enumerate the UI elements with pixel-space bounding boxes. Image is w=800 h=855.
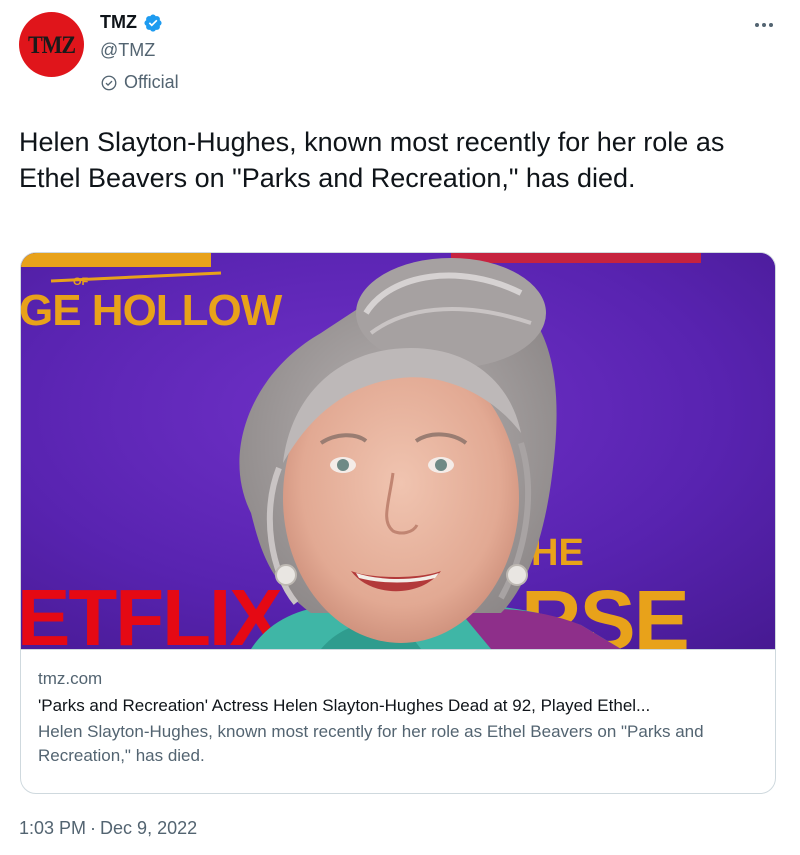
author-name-row: TMZ bbox=[100, 12, 163, 33]
tweet: TMZ TMZ @TMZ Official Helen Slayton-Hugh… bbox=[0, 0, 800, 855]
more-options-icon[interactable] bbox=[752, 18, 776, 32]
tweet-text: Helen Slayton-Hughes, known most recentl… bbox=[19, 127, 725, 193]
card-photo: OF GE HOLLOW ETFLIX HE RSE bbox=[21, 253, 775, 649]
handle[interactable]: @TMZ bbox=[100, 40, 155, 61]
official-label-text: Official bbox=[124, 72, 179, 92]
link-card[interactable]: OF GE HOLLOW ETFLIX HE RSE tmz.com 'Park… bbox=[20, 252, 776, 794]
card-domain: tmz.com bbox=[38, 669, 103, 688]
timestamp-date[interactable]: Dec 9, 2022 bbox=[100, 818, 197, 839]
verified-badge-icon bbox=[144, 13, 162, 32]
card-title: 'Parks and Recreation' Actress Helen Sla… bbox=[38, 696, 651, 715]
card-image[interactable]: OF GE HOLLOW ETFLIX HE RSE bbox=[21, 253, 775, 649]
official-label: Official bbox=[100, 72, 179, 93]
card-meta[interactable]: tmz.com 'Parks and Recreation' Actress H… bbox=[21, 649, 775, 793]
timestamp-separator: · bbox=[90, 818, 97, 838]
official-label-icon bbox=[101, 75, 117, 90]
avatar-logo-text: TMZ bbox=[27, 29, 76, 59]
poster-text-netflix: ETFLIX bbox=[21, 573, 282, 649]
avatar[interactable]: TMZ bbox=[19, 12, 84, 77]
timestamp: 1:03 PM · Dec 9, 2022 bbox=[19, 818, 197, 839]
poster-text-hollow: GE HOLLOW bbox=[21, 286, 283, 335]
timestamp-time[interactable]: 1:03 PM bbox=[19, 818, 86, 839]
card-description: Helen Slayton-Hughes, known most recentl… bbox=[38, 722, 704, 765]
display-name[interactable]: TMZ bbox=[100, 12, 137, 33]
